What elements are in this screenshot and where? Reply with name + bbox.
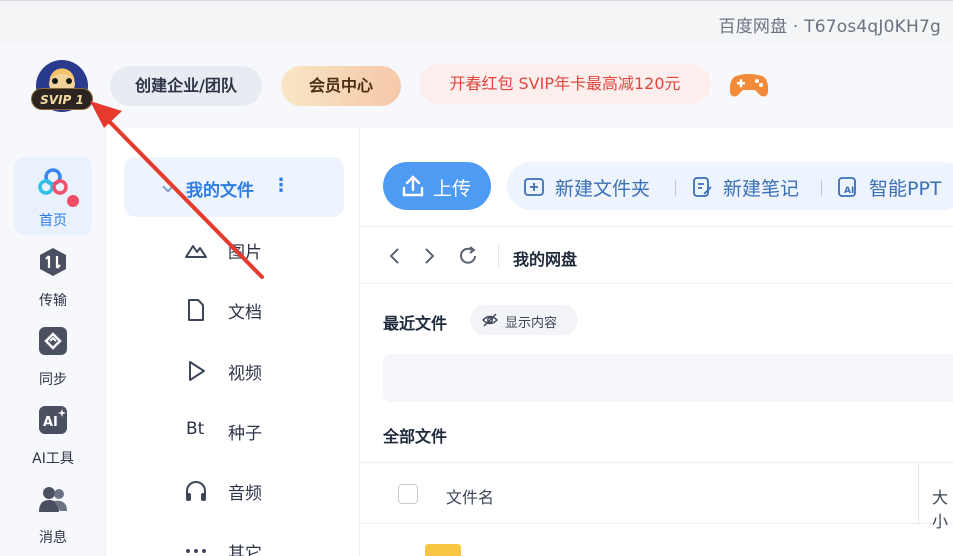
category-label: 音频 [228, 484, 262, 504]
category-my-files[interactable]: 我的文件 ⋮ [124, 157, 344, 217]
category-label: 图片 [228, 243, 262, 263]
rail-label: 传输 [39, 293, 67, 309]
eye-off-icon [482, 313, 498, 327]
gamepad-icon[interactable] [728, 70, 770, 100]
rail-item-home[interactable]: 首页 [14, 157, 92, 235]
breadcrumb[interactable]: 我的网盘 [513, 246, 577, 270]
rail-item-ai-tools[interactable]: AI AI工具 [14, 395, 92, 473]
rail-label: 同步 [39, 372, 67, 388]
category-label: 我的文件 [186, 181, 254, 201]
category-label: 其它 [228, 544, 262, 556]
category-column: 我的文件 ⋮ 图片 文档 视频 Bt 种子 音频 其它 [106, 128, 360, 556]
rail-label: AI工具 [32, 451, 74, 467]
more-icon [186, 549, 206, 553]
folder-icon[interactable] [425, 544, 461, 556]
home-cloud-icon [38, 168, 68, 195]
svip-badge[interactable]: SVIP 1 [31, 88, 93, 110]
file-table-header: 文件名 大小 [360, 462, 953, 531]
action-toolbar: 新建文件夹 新建笔记 AI 智能PPT [507, 162, 953, 210]
toolbar-divider [821, 180, 822, 196]
category-label: 文档 [228, 303, 262, 323]
ppt-icon: AI [838, 177, 856, 197]
toolbar-divider [675, 180, 676, 196]
column-divider[interactable] [918, 463, 919, 525]
torrent-icon: Bt [186, 419, 205, 439]
sync-icon [39, 327, 67, 355]
smart-ppt-label: 智能PPT [869, 178, 942, 200]
promo-banner[interactable]: 开春红包 SVIP年卡最高减120元 [419, 64, 711, 104]
rail-label: 消息 [39, 530, 67, 546]
forward-arrow-icon[interactable] [418, 245, 440, 267]
ai-tools-icon: AI [39, 406, 67, 434]
image-icon [185, 245, 207, 258]
svg-text:AI: AI [43, 415, 58, 430]
column-header-size[interactable]: 大小 [932, 484, 953, 532]
expand-chevron-icon[interactable] [162, 181, 174, 193]
refresh-icon[interactable] [457, 245, 479, 267]
new-folder-label: 新建文件夹 [555, 178, 651, 200]
rail-item-transfer[interactable]: 传输 [14, 237, 92, 315]
new-folder-icon [524, 178, 544, 196]
new-note-label: 新建笔记 [723, 178, 800, 200]
rail-item-sync[interactable]: 同步 [14, 316, 92, 394]
rail-label: 首页 [39, 213, 67, 229]
all-files-title: 全部文件 [383, 427, 448, 446]
rail-item-messages[interactable]: 消息 [14, 474, 92, 552]
show-content-label: 显示内容 [505, 316, 558, 331]
message-icon [39, 487, 67, 512]
create-team-button[interactable]: 创建企业/团队 [110, 66, 262, 106]
transfer-icon [40, 248, 66, 276]
category-label: 种子 [228, 424, 262, 444]
upload-icon [402, 175, 424, 197]
nav-divider [498, 245, 499, 267]
avatar-eyes [52, 78, 72, 86]
svg-text:AI: AI [844, 186, 854, 196]
main-panel: 上传 新建文件夹 新建笔记 AI 智能PPT 我的网盘 最近文件 显示内容 全部… [360, 128, 953, 556]
upload-button[interactable]: 上传 [383, 162, 491, 210]
column-header-name[interactable]: 文件名 [446, 484, 494, 508]
note-icon [693, 177, 712, 197]
document-icon [188, 299, 204, 321]
upload-label: 上传 [433, 178, 472, 200]
recent-files-area [383, 354, 953, 402]
select-all-checkbox[interactable] [398, 484, 418, 504]
notification-dot [67, 195, 79, 207]
title-bar: 百度网盘 · T67os4qJ0KH7g [0, 0, 953, 44]
audio-icon [186, 481, 206, 501]
show-content-toggle[interactable]: 显示内容 [470, 305, 578, 335]
window-title: 百度网盘 · T67os4qJ0KH7g [718, 17, 941, 37]
member-center-button[interactable]: 会员中心 [281, 66, 401, 106]
more-options-icon[interactable]: ⋮ [272, 175, 290, 196]
back-arrow-icon[interactable] [384, 245, 406, 267]
recent-files-title: 最近文件 [383, 314, 448, 333]
video-icon [189, 361, 205, 381]
category-label: 视频 [228, 364, 262, 384]
navigation-row: 我的网盘 [360, 226, 953, 284]
